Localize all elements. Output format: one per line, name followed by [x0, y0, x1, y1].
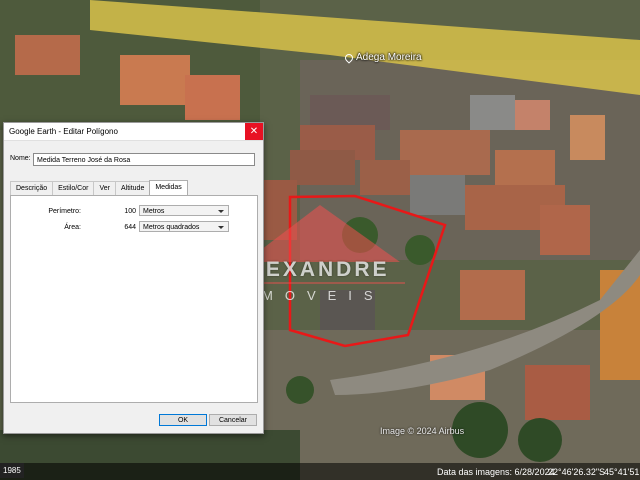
close-icon[interactable]: ✕ [245, 123, 263, 140]
tab-estilo-cor[interactable]: Estilo/Cor [52, 181, 95, 195]
tab-medidas[interactable]: Medidas [149, 180, 188, 195]
place-label-text: Adega Moreira [356, 52, 422, 63]
tab-ver[interactable]: Ver [93, 181, 116, 195]
name-label: Nome: [10, 155, 31, 162]
perimeter-value: 100 [124, 208, 136, 215]
imagery-date: Data das imagens: 6/28/2024 [437, 467, 555, 477]
tab-altitude[interactable]: Altitude [114, 181, 151, 195]
dialog-titlebar[interactable]: Google Earth - Editar Polígono ✕ [4, 123, 263, 141]
perimeter-unit-value: Metros [143, 208, 165, 215]
tab-descricao[interactable]: Descrição [10, 181, 54, 195]
watermark-subtext: MOVEIS [262, 288, 385, 303]
name-input[interactable]: Medida Terreno José da Rosa [33, 153, 255, 166]
watermark-text: LEXANDRE [250, 258, 390, 281]
chevron-down-icon [218, 210, 224, 213]
area-value: 644 [124, 224, 136, 231]
place-label[interactable]: Adega Moreira [343, 51, 422, 64]
dialog-title: Google Earth - Editar Polígono [9, 127, 118, 136]
area-unit-select[interactable]: Metros quadrados [139, 221, 229, 232]
edit-polygon-dialog: Google Earth - Editar Polígono ✕ Nome: M… [3, 122, 264, 434]
tab-bar: Descrição Estilo/Cor Ver Altitude Medida… [10, 180, 188, 195]
latitude-readout: 22°46'26.32"S [548, 467, 606, 477]
longitude-readout: 45°41'51.7 [604, 467, 640, 477]
imagery-credit: Image © 2024 Airbus [380, 426, 465, 436]
ok-button[interactable]: OK [159, 414, 207, 426]
status-bar: Data das imagens: 6/28/2024 22°46'26.32"… [0, 463, 640, 480]
chevron-down-icon [218, 226, 224, 229]
area-unit-value: Metros quadrados [143, 224, 200, 231]
location-pin-icon [343, 51, 355, 64]
area-label: Área: [64, 224, 81, 231]
perimeter-label: Perímetro: [48, 208, 81, 215]
scale-readout: 1985 [0, 463, 24, 478]
perimeter-unit-select[interactable]: Metros [139, 205, 229, 216]
cancel-button[interactable]: Cancelar [209, 414, 257, 426]
measures-panel: Perímetro: 100 Metros Área: 644 Metros q… [10, 195, 258, 403]
